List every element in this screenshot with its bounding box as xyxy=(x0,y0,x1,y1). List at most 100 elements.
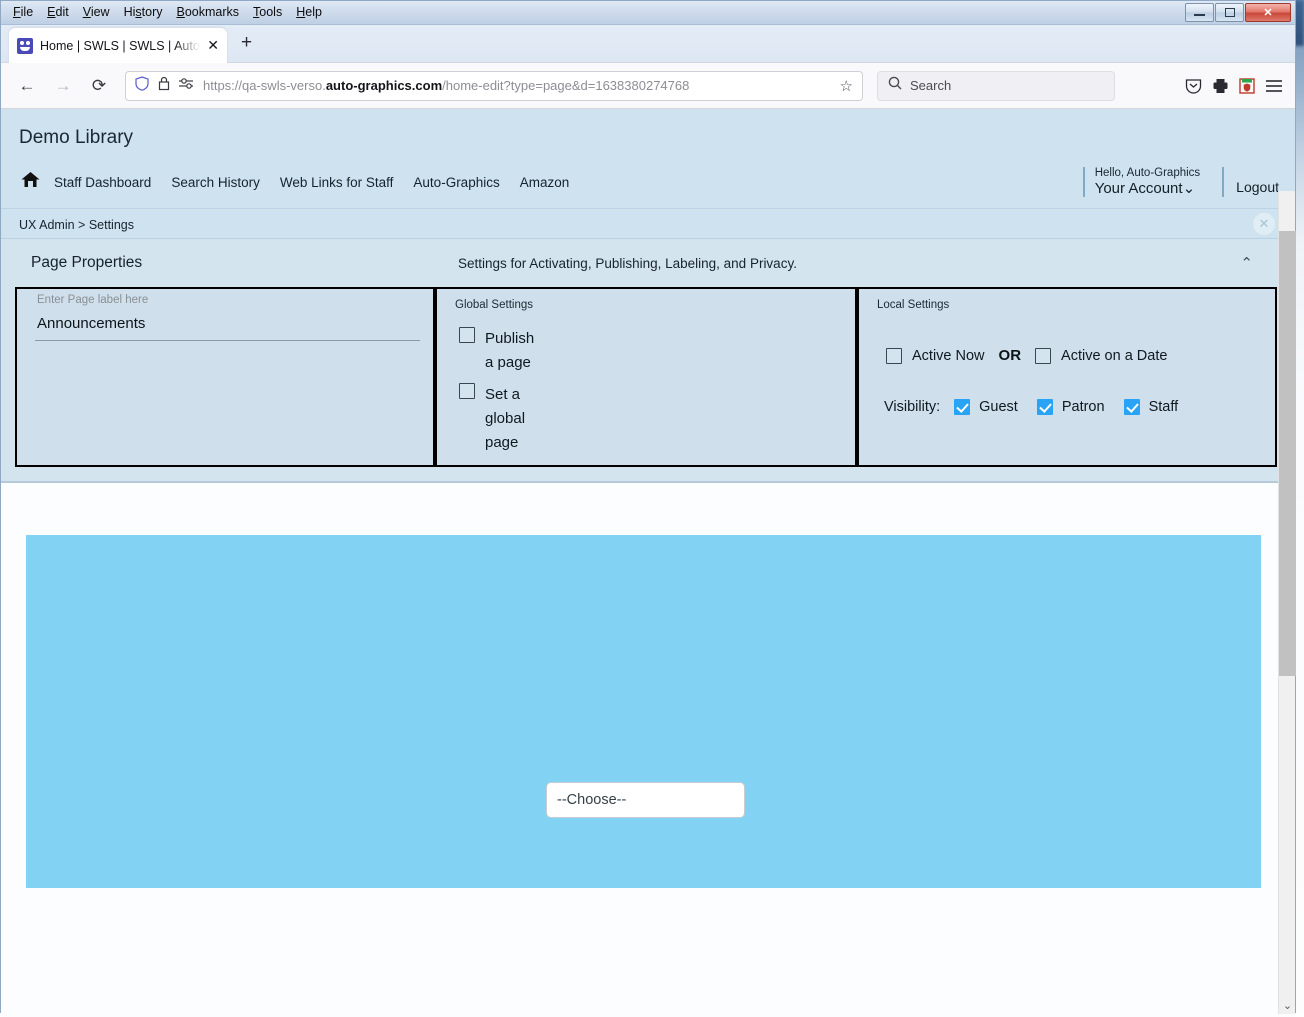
toolbar-right-icons xyxy=(1185,77,1285,94)
lock-icon[interactable] xyxy=(158,76,170,96)
site-header: Demo Library 文A All Headings ⌄ Advanced … xyxy=(1,109,1295,255)
or-separator-label: OR xyxy=(998,347,1022,364)
page-title: Page Properties xyxy=(31,254,143,271)
publish-a-page-option[interactable]: Publish a page xyxy=(459,327,534,375)
bookmark-star-icon[interactable]: ☆ xyxy=(840,77,853,95)
breadcrumb-bar: UX Admin > Settings ✕ xyxy=(1,209,1295,239)
settings-boxes-row: Enter Page label here Global Settings Pu… xyxy=(1,287,1295,467)
menu-file[interactable]: File xyxy=(7,4,39,20)
url-path: /home-edit?type=page&d=1638380274768 xyxy=(442,78,690,93)
global-settings-box: Global Settings Publish a page Set a glo… xyxy=(435,287,857,467)
nav-link-search-history[interactable]: Search History xyxy=(171,175,260,190)
page-label-input[interactable] xyxy=(35,311,420,341)
navigation-toolbar: ← → ⟳ https://qa-swls-verso.auto-graphic… xyxy=(1,63,1295,109)
page-scrollbar[interactable]: ⌄ xyxy=(1278,191,1296,1014)
minimize-button[interactable] xyxy=(1185,3,1214,22)
browser-search-placeholder: Search xyxy=(910,78,952,93)
print-icon[interactable] xyxy=(1212,78,1229,94)
permissions-icon[interactable] xyxy=(179,77,194,95)
set-a-global-page-checkbox[interactable] xyxy=(459,383,475,399)
visibility-staff-label: Staff xyxy=(1148,399,1179,415)
global-settings-legend: Global Settings xyxy=(455,299,533,311)
tab-title: Home | SWLS | SWLS | Auto-Gra xyxy=(40,38,200,53)
pocket-icon[interactable] xyxy=(1185,78,1202,94)
content-placeholder-block xyxy=(26,535,1261,888)
url-text[interactable]: https://qa-swls-verso.auto-graphics.com/… xyxy=(203,78,831,93)
back-button[interactable]: ← xyxy=(11,71,43,101)
browser-search-bar[interactable]: Search xyxy=(877,70,1115,101)
browser-titlebar: File Edit View History Bookmarks Tools H… xyxy=(1,1,1295,25)
account-zone: Hello, Auto-Graphics Your Account⌄ Logou… xyxy=(1082,167,1279,197)
browser-tab[interactable]: Home | SWLS | SWLS | Auto-Gra ✕ xyxy=(9,28,227,63)
menu-tools[interactable]: Tools xyxy=(247,4,288,20)
chevron-up-icon[interactable]: ⌃ xyxy=(1240,254,1253,272)
url-domain: auto-graphics.com xyxy=(325,78,443,93)
chevron-down-icon: ⌄ xyxy=(1182,180,1196,197)
visibility-guest-checkbox[interactable] xyxy=(954,399,971,415)
url-bar[interactable]: https://qa-swls-verso.auto-graphics.com/… xyxy=(125,70,863,101)
local-settings-box: Local Settings Active Now OR Active on a… xyxy=(857,287,1277,467)
activation-row: Active Now OR Active on a Date xyxy=(886,347,1167,364)
active-on-a-date-checkbox[interactable] xyxy=(1035,347,1052,364)
menu-edit[interactable]: Edit xyxy=(41,4,75,20)
nav-link-staff-dashboard[interactable]: Staff Dashboard xyxy=(54,175,151,190)
home-icon[interactable] xyxy=(21,171,40,193)
choose-select[interactable]: --Choose-- xyxy=(546,782,745,818)
greeting-text: Hello, Auto-Graphics xyxy=(1094,167,1201,179)
new-tab-button[interactable]: + xyxy=(241,33,252,52)
nav-link-auto-graphics[interactable]: Auto-Graphics xyxy=(413,175,499,190)
search-icon xyxy=(888,76,902,95)
your-account-menu[interactable]: Your Account⌄ xyxy=(1095,179,1200,197)
nav-link-web-links-for-staff[interactable]: Web Links for Staff xyxy=(280,175,394,190)
web-page-content: Demo Library 文A All Headings ⌄ Advanced … xyxy=(1,109,1295,1017)
active-now-checkbox[interactable] xyxy=(886,347,902,364)
close-window-button[interactable]: ✕ xyxy=(1245,3,1291,22)
close-panel-icon[interactable]: ✕ xyxy=(1253,213,1275,235)
page-properties-subtitle: Settings for Activating, Publishing, Lab… xyxy=(458,255,797,271)
scrollbar-thumb[interactable] xyxy=(1279,231,1296,676)
logout-block: Logout xyxy=(1222,167,1279,197)
shield-icon[interactable] xyxy=(135,75,149,96)
account-block[interactable]: Hello, Auto-Graphics Your Account⌄ xyxy=(1082,167,1222,197)
active-on-a-date-label: Active on a Date xyxy=(1061,347,1168,364)
page-label-box: Enter Page label here xyxy=(15,287,435,467)
library-name: Demo Library xyxy=(19,127,134,148)
scroll-down-icon[interactable]: ⌄ xyxy=(1279,999,1296,1012)
close-tab-icon[interactable]: ✕ xyxy=(207,37,219,54)
visibility-patron-checkbox[interactable] xyxy=(1036,399,1053,415)
menu-bar: File Edit View History Bookmarks Tools H… xyxy=(7,4,328,20)
menu-history[interactable]: History xyxy=(118,4,169,20)
visibility-label: Visibility: xyxy=(884,399,941,415)
nav-link-amazon[interactable]: Amazon xyxy=(520,175,570,190)
logout-link[interactable]: Logout xyxy=(1236,179,1279,195)
page-properties-header: Page Properties Settings for Activating,… xyxy=(1,239,1295,287)
publish-a-page-label: Publish a page xyxy=(485,330,535,371)
visibility-staff-checkbox[interactable] xyxy=(1123,399,1140,415)
window-controls: ✕ xyxy=(1185,3,1291,22)
active-now-label: Active Now xyxy=(912,347,985,364)
set-a-global-page-option[interactable]: Set a global page xyxy=(459,383,525,455)
reload-button[interactable]: ⟳ xyxy=(83,71,115,101)
url-prefix: https://qa-swls-verso. xyxy=(203,78,326,93)
page-label-hint: Enter Page label here xyxy=(37,294,149,306)
site-favicon-icon xyxy=(17,37,33,54)
menu-help[interactable]: Help xyxy=(290,4,328,20)
page-body-region xyxy=(1,483,1295,903)
visibility-row: Visibility: Guest Patron Staff xyxy=(884,399,1188,415)
publish-a-page-checkbox[interactable] xyxy=(459,327,475,343)
menu-view[interactable]: View xyxy=(77,4,116,20)
browser-window: File Edit View History Bookmarks Tools H… xyxy=(0,0,1296,1017)
local-settings-legend: Local Settings xyxy=(877,299,950,311)
site-navigation: Staff Dashboard Search History Web Links… xyxy=(1,171,589,193)
visibility-patron-label: Patron xyxy=(1061,399,1105,415)
extension-icon[interactable] xyxy=(1239,77,1255,94)
page-properties-panel: Page Properties Settings for Activating,… xyxy=(1,239,1295,483)
your-account-label: Your Account xyxy=(1094,180,1183,197)
breadcrumb: UX Admin > Settings xyxy=(19,218,134,232)
forward-button[interactable]: → xyxy=(47,71,79,101)
maximize-button[interactable] xyxy=(1215,3,1244,22)
visibility-guest-label: Guest xyxy=(979,399,1018,415)
tab-strip: Home | SWLS | SWLS | Auto-Gra ✕ + xyxy=(1,25,1295,63)
menu-icon[interactable] xyxy=(1265,79,1283,93)
menu-bookmarks[interactable]: Bookmarks xyxy=(171,4,246,20)
